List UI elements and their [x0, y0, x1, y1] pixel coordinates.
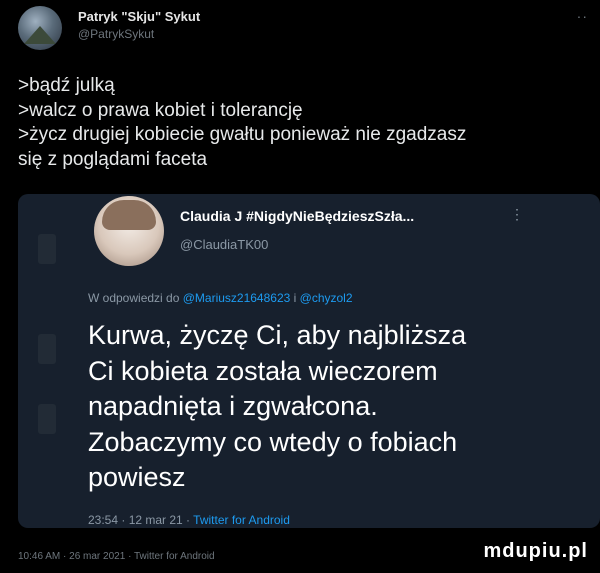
reply-separator: i	[290, 291, 300, 305]
tweet-header: Patryk "Skju" Sykut @PatrykSykut ··	[18, 6, 588, 52]
body-line: Kurwa, życzę Ci, aby najbliższa	[88, 320, 467, 350]
avatar-hair	[102, 200, 156, 230]
quoted-author-name[interactable]: Claudia J #NigdyNieBędzieszSzła...	[180, 208, 414, 224]
more-icon[interactable]: ··	[577, 8, 588, 24]
reply-prefix: W odpowiedzi do	[88, 291, 183, 305]
body-line: napadnięta i zgwałcona.	[88, 391, 378, 421]
quoted-tweet-card[interactable]: Claudia J #NigdyNieBędzieszSzła... @Clau…	[18, 194, 600, 528]
background-bar	[38, 404, 56, 434]
reply-context: W odpowiedzi do @Mariusz21648623 i @chyz…	[88, 291, 353, 305]
body-line: powiesz	[88, 462, 186, 492]
tweet-line: się z poglądami faceta	[18, 148, 208, 170]
quoted-source-link[interactable]: Twitter for Android	[193, 513, 290, 527]
tweet-line: >bądź julką	[18, 75, 115, 96]
background-bar	[38, 334, 56, 364]
background-bar	[38, 234, 56, 264]
author-avatar[interactable]	[18, 6, 62, 50]
body-line: Ci kobieta została wieczorem	[88, 355, 438, 386]
tweet-text: >bądź julką >walcz o prawa kobiet i tole…	[18, 74, 588, 172]
quoted-timestamp[interactable]: 23:54 · 12 mar 21 ·	[88, 513, 193, 527]
tweet-line: >życz drugiej kobiecie gwałtu ponieważ n…	[18, 124, 467, 145]
author-name[interactable]: Patryk "Skju" Sykut	[78, 9, 200, 24]
tweet-timestamp[interactable]: 10:46 AM · 26 mar 2021 · Twitter for And…	[18, 551, 215, 562]
quoted-tweet-meta: 23:54 · 12 mar 21 · Twitter for Android	[88, 513, 290, 527]
author-handle[interactable]: @PatrykSykut	[78, 27, 154, 41]
more-icon[interactable]: ⋮	[510, 206, 524, 223]
reply-user-link[interactable]: @chyzol2	[300, 291, 353, 305]
quoted-author-avatar[interactable]	[94, 196, 164, 266]
quoted-author-handle[interactable]: @ClaudiaTK00	[180, 237, 268, 252]
body-line: Zobaczymy co wtedy o fobiach	[88, 426, 458, 457]
tweet-line: >walcz o prawa kobiet i tolerancję	[18, 99, 303, 121]
quoted-tweet-body: Kurwa, życzę Ci, aby najbliższa Ci kobie…	[88, 318, 588, 496]
watermark-logo: mdupiu.pl	[483, 540, 588, 562]
avatar-landscape	[24, 26, 56, 44]
reply-user-link[interactable]: @Mariusz21648623	[183, 291, 291, 305]
